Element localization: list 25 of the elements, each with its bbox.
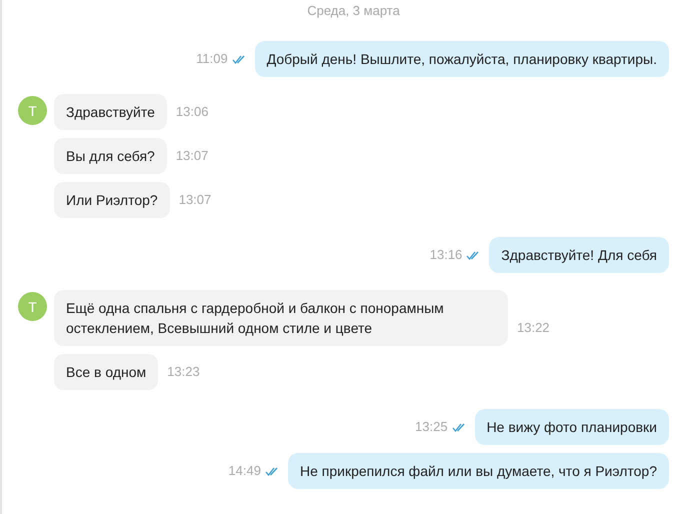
- sent-message: Добрый день! Вышлите, пожалуйста, планировку квартиры.: [254, 41, 669, 77]
- message-time: 13:07: [176, 148, 208, 164]
- received-message: Здравствуйте: [54, 94, 167, 130]
- received-message: Ещё одна спальня с гардеробной и балкон с понорамным остеклением, Всевышний одном стиле и цвете: [54, 290, 508, 346]
- message-time: 13:07: [178, 192, 212, 208]
- received-message: Или Риэлтор?: [54, 182, 170, 218]
- received-message: Вы для себя?: [54, 138, 167, 174]
- message-time: 14:49: [228, 463, 261, 479]
- sent-message: Не вижу фото планировки: [474, 409, 669, 445]
- message-time: 13:06: [176, 104, 208, 120]
- double-check-icon: [452, 422, 466, 432]
- double-check-icon: [466, 250, 480, 260]
- message-time: 13:25: [415, 419, 448, 435]
- sent-message: Здравствуйте! Для себя: [489, 237, 669, 273]
- double-check-icon: [264, 466, 279, 476]
- message-time: 13:16: [430, 247, 462, 263]
- message-time: 11:09: [196, 51, 228, 67]
- avatar: T: [18, 292, 47, 321]
- message-time: 13:23: [167, 364, 200, 380]
- sent-message: Не прикрепился файл или вы думаете, что я Риэлтор?: [288, 453, 669, 489]
- message-time: 13:22: [517, 320, 550, 336]
- double-check-icon: [232, 54, 246, 64]
- date-divider: Среда, 3 марта: [307, 3, 400, 19]
- received-message: Все в одном: [54, 354, 158, 390]
- avatar: T: [18, 96, 47, 125]
